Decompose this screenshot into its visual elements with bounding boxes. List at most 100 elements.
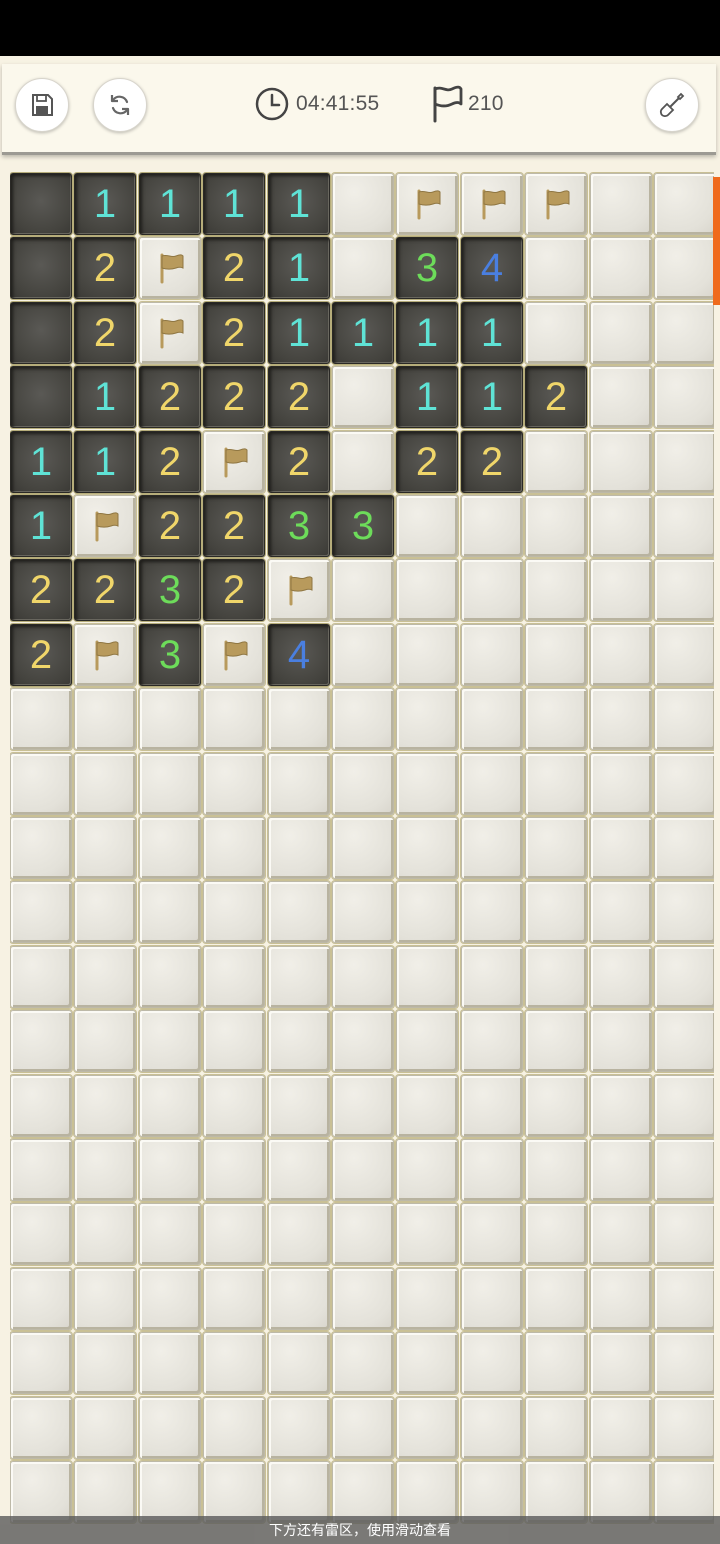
hidden-cell[interactable] xyxy=(268,753,330,815)
hidden-cell[interactable] xyxy=(525,1203,587,1265)
number-cell[interactable]: 1 xyxy=(74,366,136,428)
hidden-cell[interactable] xyxy=(332,688,394,750)
hidden-cell[interactable] xyxy=(590,881,652,943)
hidden-cell[interactable] xyxy=(396,817,458,879)
hidden-cell[interactable] xyxy=(396,559,458,621)
hidden-cell[interactable] xyxy=(203,1332,265,1394)
hidden-cell[interactable] xyxy=(396,688,458,750)
hidden-cell[interactable] xyxy=(332,1461,394,1523)
hidden-cell[interactable] xyxy=(74,1203,136,1265)
hidden-cell[interactable] xyxy=(396,495,458,557)
flagged-cell[interactable] xyxy=(74,495,136,557)
number-cell[interactable]: 3 xyxy=(139,624,201,686)
hidden-cell[interactable] xyxy=(332,753,394,815)
hidden-cell[interactable] xyxy=(590,946,652,1008)
hidden-cell[interactable] xyxy=(525,559,587,621)
hidden-cell[interactable] xyxy=(203,1075,265,1137)
hidden-cell[interactable] xyxy=(332,624,394,686)
hidden-cell[interactable] xyxy=(396,1332,458,1394)
hidden-cell[interactable] xyxy=(10,1075,72,1137)
number-cell[interactable]: 1 xyxy=(203,173,265,235)
hidden-cell[interactable] xyxy=(10,817,72,879)
number-cell[interactable]: 2 xyxy=(461,431,523,493)
hidden-cell[interactable] xyxy=(654,946,714,1008)
number-cell[interactable]: 2 xyxy=(139,431,201,493)
hidden-cell[interactable] xyxy=(525,946,587,1008)
number-cell[interactable]: 2 xyxy=(10,624,72,686)
hidden-cell[interactable] xyxy=(332,1010,394,1072)
hidden-cell[interactable] xyxy=(396,1461,458,1523)
hidden-cell[interactable] xyxy=(525,624,587,686)
hidden-cell[interactable] xyxy=(268,688,330,750)
hidden-cell[interactable] xyxy=(590,237,652,299)
hidden-cell[interactable] xyxy=(590,1010,652,1072)
hidden-cell[interactable] xyxy=(268,1268,330,1330)
number-cell[interactable]: 2 xyxy=(139,495,201,557)
hidden-cell[interactable] xyxy=(74,1010,136,1072)
hidden-cell[interactable] xyxy=(654,1268,714,1330)
hidden-cell[interactable] xyxy=(461,1332,523,1394)
hidden-cell[interactable] xyxy=(10,1332,72,1394)
hidden-cell[interactable] xyxy=(654,1332,714,1394)
flagged-cell[interactable] xyxy=(203,624,265,686)
hidden-cell[interactable] xyxy=(74,1332,136,1394)
flagged-cell[interactable] xyxy=(525,173,587,235)
hidden-cell[interactable] xyxy=(590,1332,652,1394)
hidden-cell[interactable] xyxy=(268,1461,330,1523)
hidden-cell[interactable] xyxy=(396,1139,458,1201)
hidden-cell[interactable] xyxy=(74,753,136,815)
hidden-cell[interactable] xyxy=(396,624,458,686)
hidden-cell[interactable] xyxy=(461,495,523,557)
number-cell[interactable]: 2 xyxy=(74,237,136,299)
hidden-cell[interactable] xyxy=(10,1139,72,1201)
hidden-cell[interactable] xyxy=(332,1139,394,1201)
hidden-cell[interactable] xyxy=(332,881,394,943)
hidden-cell[interactable] xyxy=(590,302,652,364)
hidden-cell[interactable] xyxy=(461,1461,523,1523)
hidden-cell[interactable] xyxy=(332,1203,394,1265)
hidden-cell[interactable] xyxy=(332,1332,394,1394)
number-cell[interactable]: 1 xyxy=(396,366,458,428)
hidden-cell[interactable] xyxy=(525,817,587,879)
hidden-cell[interactable] xyxy=(525,1332,587,1394)
hidden-cell[interactable] xyxy=(74,1139,136,1201)
hidden-cell[interactable] xyxy=(268,1139,330,1201)
hidden-cell[interactable] xyxy=(10,1268,72,1330)
hidden-cell[interactable] xyxy=(396,946,458,1008)
hidden-cell[interactable] xyxy=(332,173,394,235)
hidden-cell[interactable] xyxy=(590,1461,652,1523)
hidden-cell[interactable] xyxy=(268,1075,330,1137)
empty-revealed-cell[interactable] xyxy=(10,173,72,235)
hidden-cell[interactable] xyxy=(590,1397,652,1459)
hidden-cell[interactable] xyxy=(74,1268,136,1330)
hidden-cell[interactable] xyxy=(654,1010,714,1072)
hidden-cell[interactable] xyxy=(590,559,652,621)
number-cell[interactable]: 1 xyxy=(74,173,136,235)
hidden-cell[interactable] xyxy=(10,1010,72,1072)
number-cell[interactable]: 2 xyxy=(203,366,265,428)
hidden-cell[interactable] xyxy=(461,1268,523,1330)
hidden-cell[interactable] xyxy=(268,1010,330,1072)
hidden-cell[interactable] xyxy=(74,946,136,1008)
hidden-cell[interactable] xyxy=(396,1010,458,1072)
hidden-cell[interactable] xyxy=(203,1203,265,1265)
hidden-cell[interactable] xyxy=(461,1397,523,1459)
hidden-cell[interactable] xyxy=(590,173,652,235)
number-cell[interactable]: 1 xyxy=(139,173,201,235)
hidden-cell[interactable] xyxy=(139,881,201,943)
hidden-cell[interactable] xyxy=(590,1203,652,1265)
hidden-cell[interactable] xyxy=(268,946,330,1008)
number-cell[interactable]: 2 xyxy=(203,495,265,557)
hidden-cell[interactable] xyxy=(525,495,587,557)
hidden-cell[interactable] xyxy=(10,946,72,1008)
empty-revealed-cell[interactable] xyxy=(10,237,72,299)
number-cell[interactable]: 1 xyxy=(268,302,330,364)
hidden-cell[interactable] xyxy=(10,1397,72,1459)
hidden-cell[interactable] xyxy=(461,1010,523,1072)
number-cell[interactable]: 4 xyxy=(268,624,330,686)
number-cell[interactable]: 2 xyxy=(203,559,265,621)
hidden-cell[interactable] xyxy=(654,495,714,557)
hidden-cell[interactable] xyxy=(139,1397,201,1459)
hidden-cell[interactable] xyxy=(139,1075,201,1137)
hidden-cell[interactable] xyxy=(74,1461,136,1523)
